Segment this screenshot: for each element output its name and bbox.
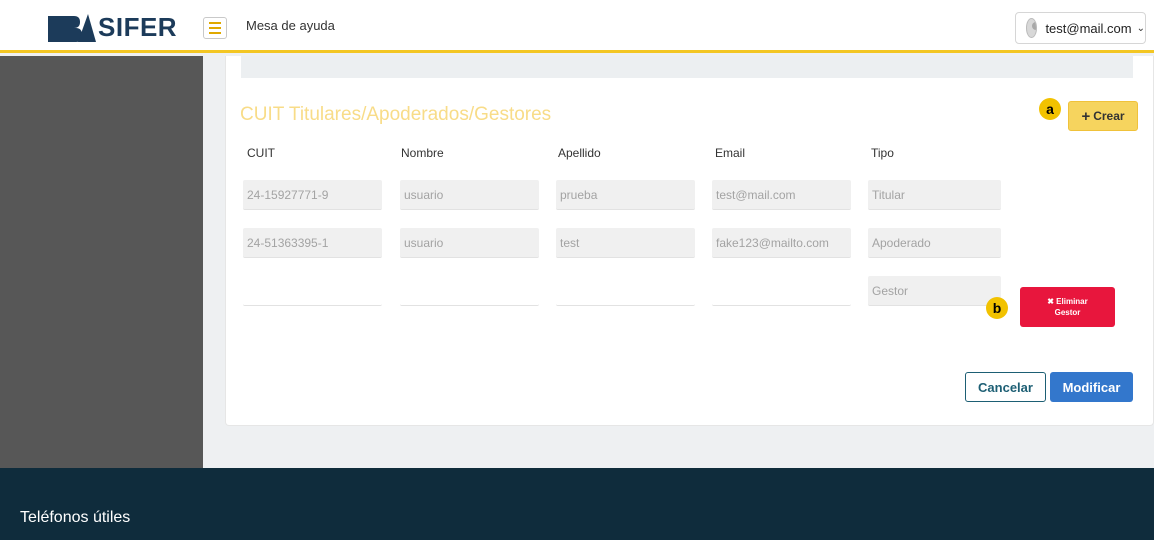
delete-button-line1: ✖ Eliminar (1047, 296, 1088, 307)
menu-toggle-icon[interactable] (203, 17, 227, 39)
column-header-nombre: Nombre (401, 146, 444, 160)
delete-button-label: Eliminar (1056, 297, 1088, 306)
email-field[interactable]: test@mail.com (712, 180, 851, 210)
email-field[interactable] (712, 276, 851, 306)
footer (0, 468, 1154, 540)
annotation-badge-a: a (1039, 98, 1061, 120)
annotation-badge-b: b (986, 297, 1008, 319)
cuit-field[interactable]: 24-51363395-1 (243, 228, 382, 258)
tipo-field[interactable]: Gestor (868, 276, 1001, 306)
column-header-email: Email (715, 146, 746, 160)
email-field[interactable]: fake123@mailto.com (712, 228, 851, 258)
nombre-field[interactable]: usuario (400, 228, 539, 258)
user-email: test@mail.com (1045, 20, 1132, 36)
logo-text: SIFER (98, 11, 178, 42)
user-menu[interactable]: test@mail.com ⌄ (1015, 12, 1146, 44)
top-bar: SIFER Mesa de ayuda test@mail.com ⌄ (0, 0, 1154, 53)
delete-button-line2: Gestor (1054, 308, 1081, 317)
card-top-strip (241, 56, 1133, 78)
nombre-field[interactable]: usuario (400, 180, 539, 210)
sidebar (0, 56, 203, 468)
cuit-field[interactable]: 24-15927771-9 (243, 180, 382, 210)
section-title: CUIT Titulares/Apoderados/Gestores (240, 104, 552, 125)
modify-button[interactable]: Modificar (1050, 372, 1133, 402)
column-header-cuit: CUIT (247, 146, 275, 160)
cuit-field[interactable] (243, 276, 382, 306)
chevron-down-icon: ⌄ (1136, 22, 1145, 34)
tipo-field[interactable]: Apoderado (868, 228, 1001, 258)
create-button-label: Crear (1093, 109, 1125, 123)
footer-title: Teléfonos útiles (20, 509, 131, 526)
page-title: Mesa de ayuda (246, 18, 335, 33)
x-icon: ✖ (1047, 297, 1054, 306)
nombre-field[interactable] (400, 276, 539, 306)
logo[interactable]: SIFER (48, 10, 177, 44)
apellido-field[interactable]: test (556, 228, 695, 258)
tipo-field[interactable]: Titular (868, 180, 1001, 210)
plus-icon: + (1081, 107, 1091, 125)
avatar-icon (1026, 18, 1038, 38)
apellido-field[interactable]: prueba (556, 180, 695, 210)
create-button[interactable]: + Crear (1068, 101, 1138, 131)
cancel-button[interactable]: Cancelar (965, 372, 1046, 402)
logo-mark-icon (48, 14, 96, 42)
column-header-tipo: Tipo (871, 146, 894, 160)
apellido-field[interactable] (556, 276, 695, 306)
column-header-apellido: Apellido (558, 146, 601, 160)
delete-gestor-button[interactable]: ✖ Eliminar Gestor (1020, 287, 1115, 327)
